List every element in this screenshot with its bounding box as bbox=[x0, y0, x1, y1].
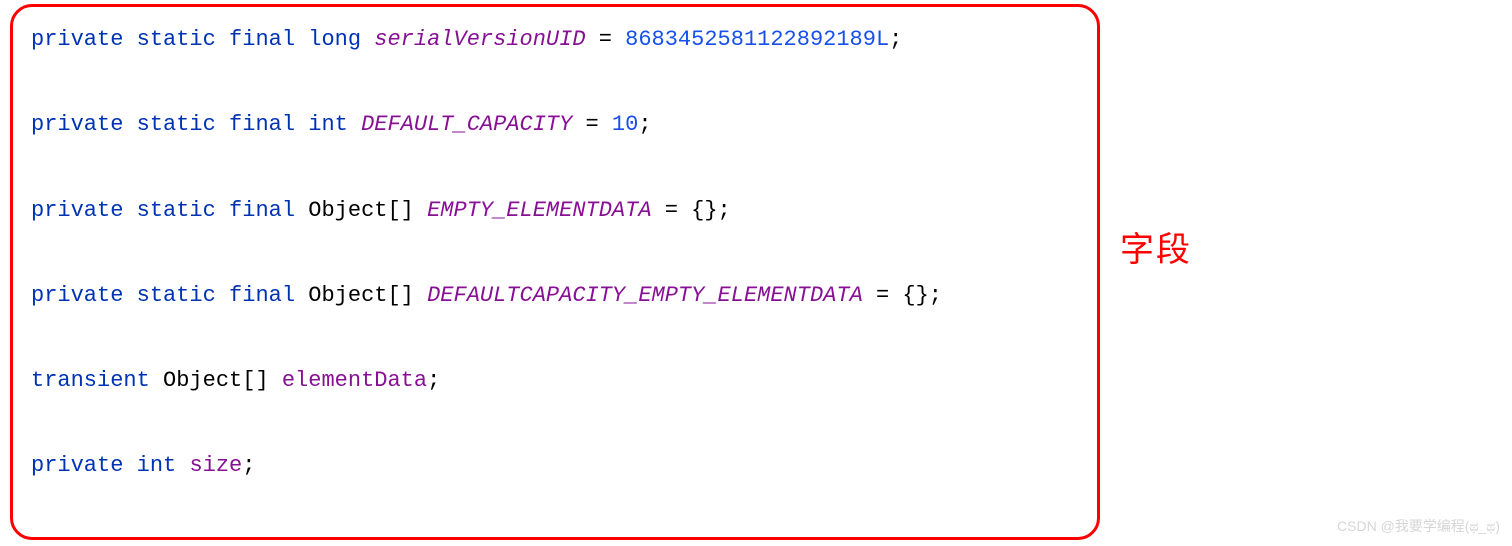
identifier-size: size bbox=[189, 453, 242, 478]
code-line: private static final int DEFAULT_CAPACIT… bbox=[31, 112, 1079, 137]
literal-number: 8683452581122892189L bbox=[625, 27, 889, 52]
keyword-static: static bbox=[137, 112, 216, 137]
keyword-private: private bbox=[31, 198, 123, 223]
literal-number: 10 bbox=[612, 112, 638, 137]
identifier-serialversionuid: serialVersionUID bbox=[374, 27, 585, 52]
annotation-label: 字段 bbox=[1120, 222, 1192, 271]
code-line: private int size; bbox=[31, 453, 1079, 478]
identifier-defaultcapacity-empty-elementdata: DEFAULTCAPACITY_EMPTY_ELEMENTDATA bbox=[427, 283, 863, 308]
type-object-array: Object[] bbox=[163, 368, 269, 393]
literal-empty-braces: {} bbox=[902, 283, 928, 308]
identifier-elementdata: elementData bbox=[282, 368, 427, 393]
semicolon: ; bbox=[929, 283, 942, 308]
type-object-array: Object[] bbox=[308, 283, 414, 308]
keyword-private: private bbox=[31, 27, 123, 52]
keyword-private: private bbox=[31, 112, 123, 137]
keyword-static: static bbox=[137, 27, 216, 52]
semicolon: ; bbox=[718, 198, 731, 223]
keyword-private: private bbox=[31, 453, 123, 478]
identifier-empty-elementdata: EMPTY_ELEMENTDATA bbox=[427, 198, 651, 223]
keyword-final: final bbox=[229, 112, 295, 137]
keyword-final: final bbox=[229, 198, 295, 223]
operator-equals: = bbox=[572, 112, 612, 137]
code-line: private static final Object[] DEFAULTCAP… bbox=[31, 283, 1079, 308]
keyword-static: static bbox=[137, 283, 216, 308]
keyword-transient: transient bbox=[31, 368, 150, 393]
operator-equals: = bbox=[652, 198, 692, 223]
semicolon: ; bbox=[242, 453, 255, 478]
semicolon: ; bbox=[638, 112, 651, 137]
semicolon: ; bbox=[427, 368, 440, 393]
code-block: private static final long serialVersionU… bbox=[10, 4, 1100, 540]
literal-empty-braces: {} bbox=[691, 198, 717, 223]
watermark: CSDN @我要学编程(ಥ_ಥ) bbox=[1337, 516, 1500, 536]
operator-equals: = bbox=[586, 27, 626, 52]
type-object-array: Object[] bbox=[308, 198, 414, 223]
semicolon: ; bbox=[889, 27, 902, 52]
keyword-private: private bbox=[31, 283, 123, 308]
operator-equals: = bbox=[863, 283, 903, 308]
keyword-long: long bbox=[308, 27, 361, 52]
code-line: private static final long serialVersionU… bbox=[31, 27, 1079, 52]
code-line: transient Object[] elementData; bbox=[31, 368, 1079, 393]
keyword-int: int bbox=[137, 453, 177, 478]
keyword-int: int bbox=[308, 112, 348, 137]
keyword-static: static bbox=[137, 198, 216, 223]
identifier-default-capacity: DEFAULT_CAPACITY bbox=[361, 112, 572, 137]
keyword-final: final bbox=[229, 27, 295, 52]
code-line: private static final Object[] EMPTY_ELEM… bbox=[31, 198, 1079, 223]
keyword-final: final bbox=[229, 283, 295, 308]
